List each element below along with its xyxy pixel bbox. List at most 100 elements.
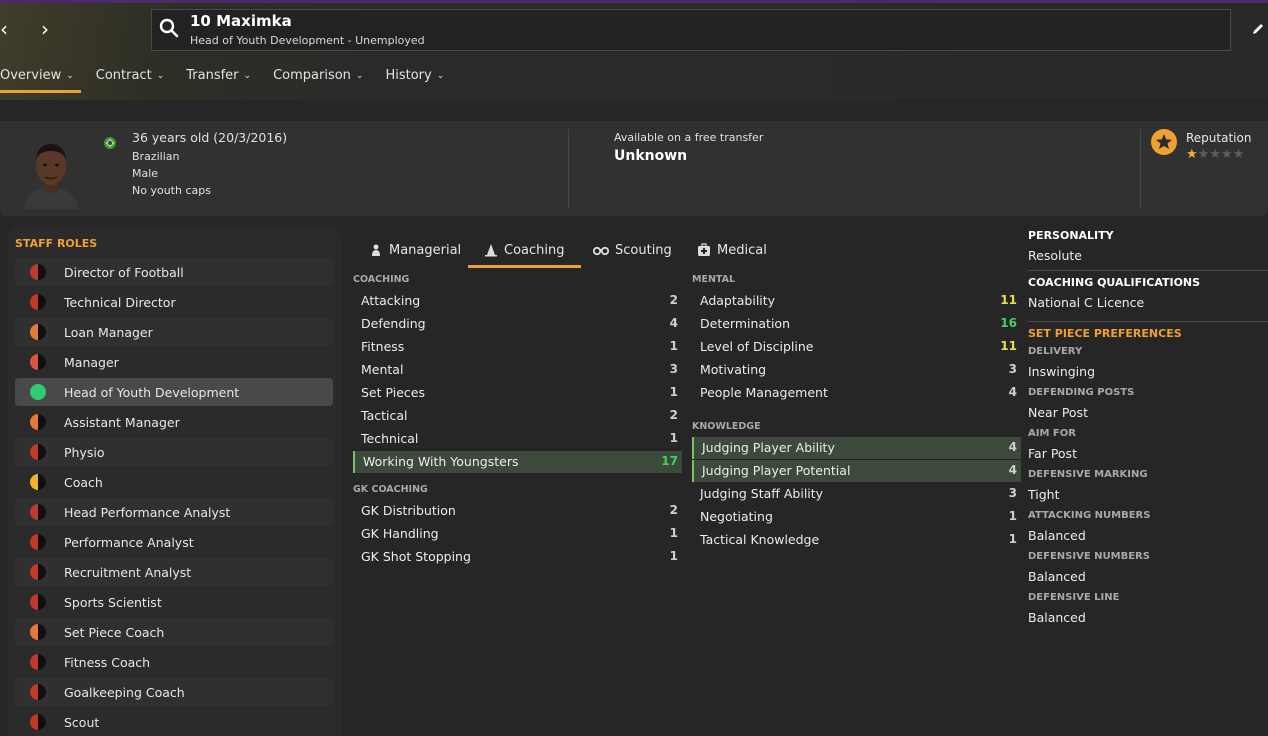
staff-role-item[interactable]: Physio [15, 438, 333, 466]
chevron-down-icon: ⌄ [243, 71, 252, 81]
subtab-medical[interactable]: Medical [697, 232, 767, 268]
staff-role-item[interactable]: Performance Analyst [15, 528, 333, 556]
staff-role-label: Physio [64, 444, 105, 460]
attribute-row[interactable]: Tactical Knowledge 1 [692, 529, 1021, 551]
attribute-row[interactable]: Level of Discipline 11 [692, 336, 1021, 358]
set-piece-pref-value: Inswinging [1028, 364, 1096, 379]
attribute-name: People Management [700, 385, 828, 400]
back-arrow-icon[interactable]: ‹ [0, 19, 8, 39]
attribute-row[interactable]: Mental 3 [353, 359, 682, 381]
staff-role-item[interactable]: Head of Youth Development [15, 378, 333, 406]
subtab-coaching[interactable]: Coaching [468, 232, 580, 268]
attribute-name: GK Handling [361, 526, 439, 541]
staff-role-item[interactable]: Scout [15, 708, 333, 736]
suitability-indicator-icon [30, 384, 46, 400]
tab-history[interactable]: History ⌄ [385, 66, 444, 92]
personality-title: PERSONALITY [1028, 229, 1114, 242]
knowledge-section-title: KNOWLEDGE [692, 421, 761, 432]
staff-role-label: Set Piece Coach [64, 624, 165, 640]
attribute-value: 2 [669, 408, 678, 422]
tab-comparison[interactable]: Comparison ⌄ [273, 66, 363, 92]
attribute-value: 4 [1008, 385, 1017, 399]
suitability-indicator-icon [30, 564, 46, 580]
attribute-value: 3 [1008, 486, 1017, 500]
staff-role-label: Head of Youth Development [64, 384, 240, 400]
edit-pencil-icon[interactable] [1251, 22, 1265, 36]
staff-role-item[interactable]: Set Piece Coach [15, 618, 333, 646]
tab-overview[interactable]: Overview ⌄ [0, 66, 81, 93]
chevron-down-icon: ⌄ [66, 71, 74, 81]
star-empty-icon: ★ [1197, 147, 1210, 162]
attribute-value: 2 [669, 293, 678, 307]
attribute-value: 1 [669, 339, 678, 353]
suitability-indicator-icon [30, 264, 46, 280]
staff-role-item[interactable]: Fitness Coach [15, 648, 333, 676]
suitability-indicator-icon [30, 714, 46, 730]
staff-role-label: Performance Analyst [64, 534, 194, 550]
staff-role-item[interactable]: Manager [15, 348, 333, 376]
attribute-row[interactable]: Negotiating 1 [692, 506, 1021, 528]
attribute-value: 1 [669, 385, 678, 399]
star-empty-icon: ★ [1209, 147, 1221, 162]
staff-role-item[interactable]: Recruitment Analyst [15, 558, 333, 586]
set-piece-pref-label: DEFENDING POSTS [1028, 387, 1135, 398]
staff-role-item[interactable]: Sports Scientist [15, 588, 333, 616]
staff-role-item[interactable]: Goalkeeping Coach [15, 678, 333, 706]
attribute-row[interactable]: Judging Staff Ability 3 [692, 483, 1021, 505]
transfer-value: Unknown [614, 148, 688, 164]
suitability-indicator-icon [30, 624, 46, 640]
attribute-row[interactable]: Judging Player Ability 4 [692, 437, 1021, 459]
attribute-row[interactable]: Motivating 3 [692, 359, 1021, 381]
attribute-row[interactable]: Fitness 1 [353, 336, 682, 358]
attribute-name: Defending [361, 316, 426, 331]
managerial-icon [372, 244, 380, 256]
staff-role-label: Sports Scientist [64, 594, 162, 610]
transfer-status-label: Available on a free transfer [614, 131, 764, 144]
staff-role-label: Fitness Coach [64, 654, 151, 670]
profile-strip: 36 years old (20/3/2016) Brazilian Male … [0, 121, 1268, 216]
gk-coaching-section-title: GK COACHING [353, 484, 428, 495]
staff-role-item[interactable]: Head Performance Analyst [15, 498, 333, 526]
attribute-row[interactable]: Technical 1 [353, 428, 682, 450]
set-piece-title: SET PIECE PREFERENCES [1028, 327, 1182, 340]
attribute-row[interactable]: GK Shot Stopping 1 [353, 546, 682, 568]
staff-role-item[interactable]: Director of Football [15, 258, 333, 286]
staff-role-item[interactable]: Loan Manager [15, 318, 333, 346]
attribute-row[interactable]: GK Handling 1 [353, 523, 682, 545]
staff-role-label: Coach [64, 474, 103, 490]
reputation-label: Reputation [1186, 131, 1252, 145]
attribute-row[interactable]: Adaptability 11 [692, 290, 1021, 312]
attribute-name: Judging Player Potential [702, 463, 851, 478]
attribute-row[interactable]: Attacking 2 [353, 290, 682, 312]
suitability-indicator-icon [30, 324, 46, 340]
star-empty-icon: ★ [1220, 147, 1233, 162]
attribute-row[interactable]: Determination 16 [692, 313, 1021, 335]
staff-role-label: Manager [64, 354, 119, 370]
staff-role-item[interactable]: Technical Director [15, 288, 333, 316]
suitability-indicator-icon [30, 354, 46, 370]
attribute-row[interactable]: Set Pieces 1 [353, 382, 682, 404]
attribute-value: 4 [1008, 463, 1017, 477]
attribute-row[interactable]: Defending 4 [353, 313, 682, 335]
attribute-name: Working With Youngsters [363, 454, 519, 469]
staff-role-item[interactable]: Assistant Manager [15, 408, 333, 436]
qualifications-title: COACHING QUALIFICATIONS [1028, 276, 1201, 289]
tab-transfer[interactable]: Transfer ⌄ [186, 66, 251, 92]
attribute-row[interactable]: Judging Player Potential 4 [692, 460, 1021, 482]
staff-roles-panel: STAFF ROLES Director of Football Technica… [8, 228, 341, 736]
subtab-scouting[interactable]: Scouting [593, 232, 672, 268]
set-piece-pref-value: Balanced [1028, 528, 1086, 543]
forward-arrow-icon[interactable]: › [41, 19, 49, 39]
attribute-value: 4 [1008, 440, 1017, 454]
attribute-row[interactable]: GK Distribution 2 [353, 500, 682, 522]
staff-role-item[interactable]: Coach [15, 468, 333, 496]
set-piece-pref-label: ATTACKING NUMBERS [1028, 510, 1151, 521]
tab-contract[interactable]: Contract ⌄ [96, 66, 164, 92]
suitability-indicator-icon [30, 294, 46, 310]
attribute-row[interactable]: Working With Youngsters 17 [353, 451, 682, 473]
attribute-row[interactable]: People Management 4 [692, 382, 1021, 404]
attribute-value: 2 [669, 503, 678, 517]
search-icon[interactable] [159, 18, 179, 38]
subtab-managerial[interactable]: Managerial [369, 232, 461, 268]
attribute-row[interactable]: Tactical 2 [353, 405, 682, 427]
